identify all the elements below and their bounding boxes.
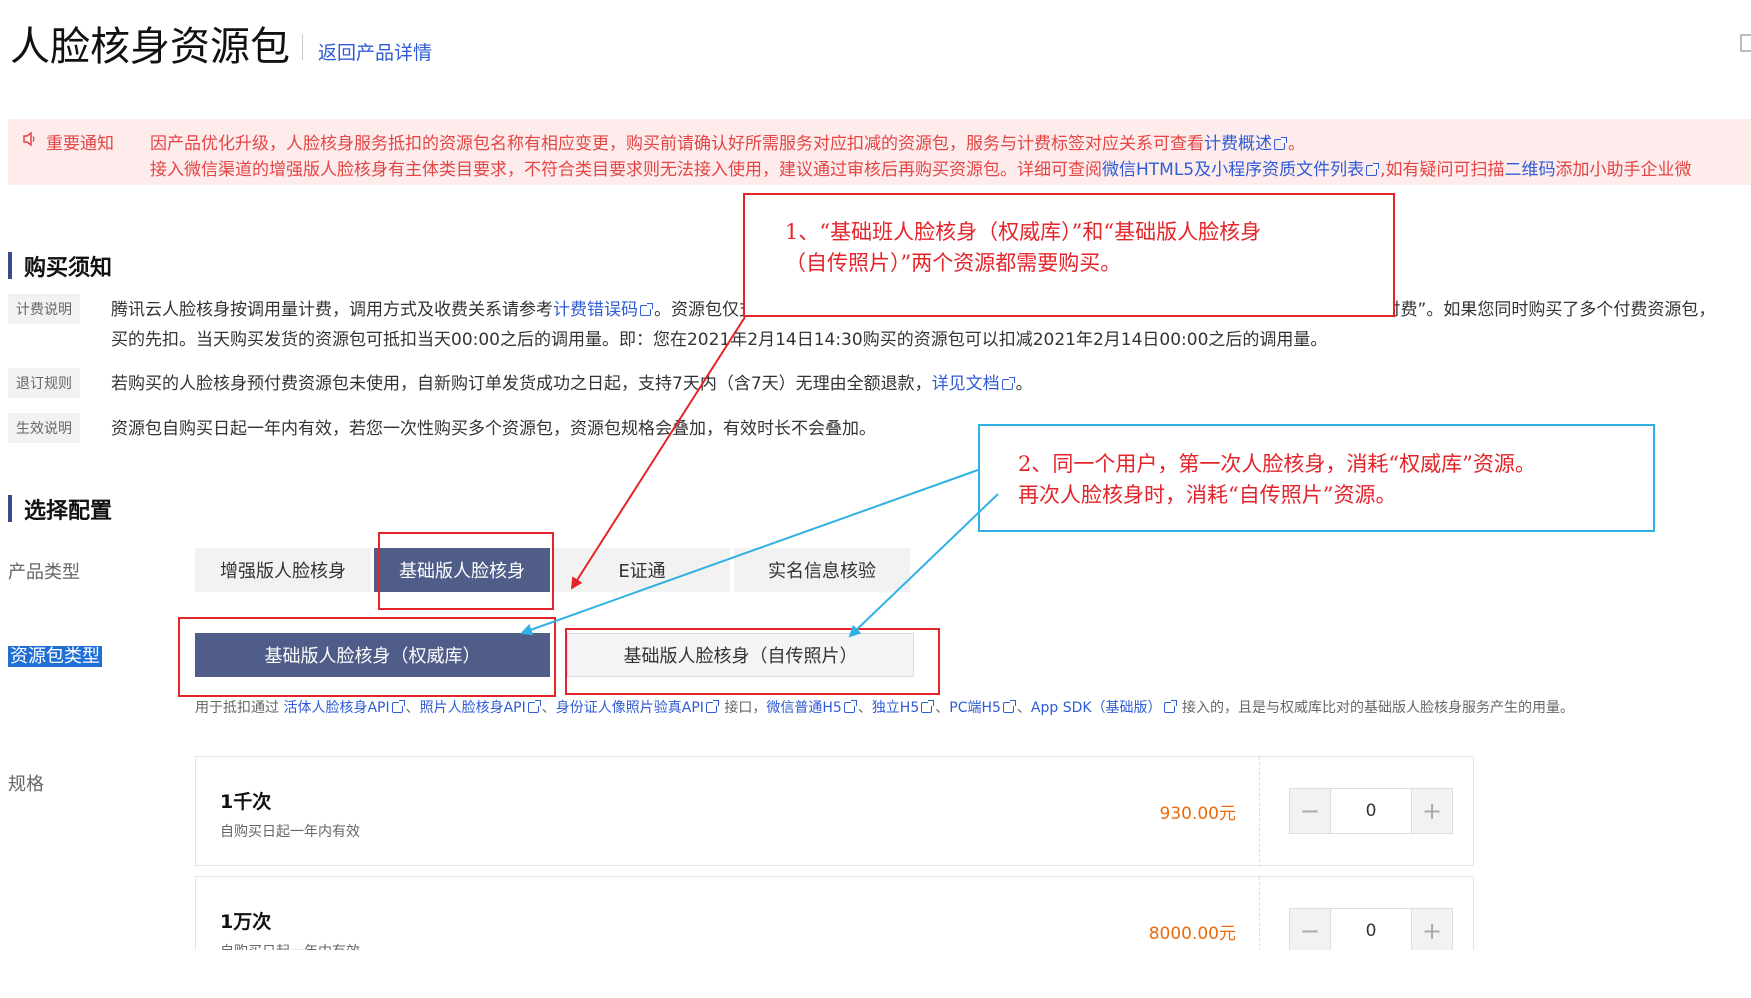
blue-arrow-selfphoto xyxy=(848,493,999,638)
red-arrow xyxy=(570,316,746,590)
blue-arrow-authority xyxy=(520,469,979,636)
annotation-arrows xyxy=(520,316,999,638)
